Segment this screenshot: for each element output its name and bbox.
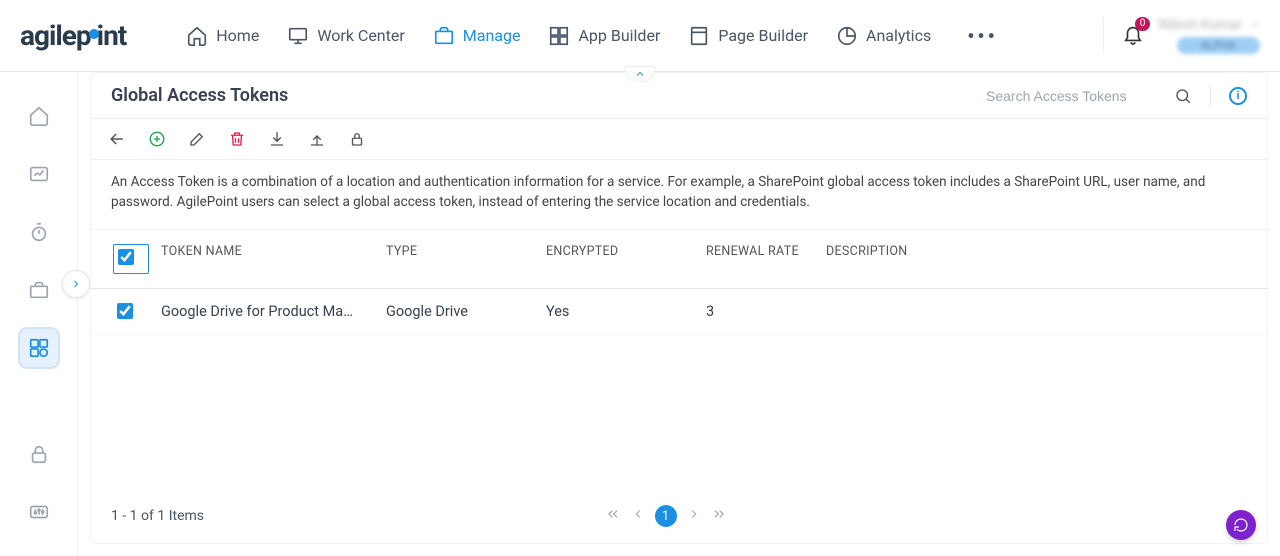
nav-home[interactable]: Home bbox=[186, 25, 259, 47]
chevron-right-small-icon bbox=[687, 507, 701, 521]
trash-icon bbox=[228, 130, 246, 148]
nav-more-button[interactable]: ••• bbox=[959, 24, 1006, 48]
cell-encrypted: Yes bbox=[546, 303, 706, 320]
table-footer: 1 - 1 of 1 Items 1 bbox=[91, 491, 1267, 543]
user-name: Nilesh Kumar bbox=[1158, 17, 1242, 33]
page-description: An Access Token is a combination of a lo… bbox=[91, 160, 1267, 230]
divider bbox=[1210, 86, 1211, 106]
add-button[interactable] bbox=[147, 129, 167, 149]
nav-page-builder[interactable]: Page Builder bbox=[688, 25, 808, 47]
upload-icon bbox=[308, 130, 326, 148]
monitor-icon bbox=[287, 25, 309, 47]
left-sidebar bbox=[0, 72, 78, 556]
nav-analytics[interactable]: Analytics bbox=[836, 25, 931, 47]
lock-small-icon bbox=[348, 130, 366, 148]
nav-page-builder-label: Page Builder bbox=[718, 26, 808, 45]
select-all-checkbox[interactable] bbox=[118, 249, 134, 265]
page-icon bbox=[688, 25, 710, 47]
sidebar-timer[interactable] bbox=[19, 212, 59, 252]
col-header-type[interactable]: TYPE bbox=[386, 244, 546, 274]
briefcase-outline-icon bbox=[28, 279, 50, 301]
page-next-button[interactable] bbox=[687, 507, 701, 525]
user-tag: ALPHA bbox=[1177, 37, 1260, 54]
download-icon bbox=[268, 130, 286, 148]
plus-circle-icon bbox=[148, 130, 166, 148]
nav-manage[interactable]: Manage bbox=[433, 25, 521, 47]
toolbar bbox=[91, 119, 1267, 160]
search-input[interactable] bbox=[986, 88, 1156, 104]
home-icon bbox=[186, 25, 208, 47]
chevron-down-icon bbox=[1248, 19, 1260, 31]
nav-manage-label: Manage bbox=[463, 26, 521, 45]
download-button[interactable] bbox=[267, 129, 287, 149]
page-last-button[interactable] bbox=[711, 506, 727, 526]
refresh-icon bbox=[1233, 517, 1249, 533]
home-outline-icon bbox=[28, 105, 50, 127]
top-nav: Home Work Center Manage App Builder Page… bbox=[186, 24, 1103, 48]
edit-button[interactable] bbox=[187, 129, 207, 149]
sidebar-expand-button[interactable] bbox=[62, 270, 90, 298]
lock-icon bbox=[28, 443, 50, 465]
main-panel: Global Access Tokens i An Access Token i… bbox=[90, 72, 1268, 544]
nav-home-label: Home bbox=[216, 26, 259, 45]
col-header-name[interactable]: TOKEN NAME bbox=[161, 244, 386, 274]
sidebar-settings[interactable] bbox=[19, 492, 59, 532]
table-header: TOKEN NAME TYPE ENCRYPTED RENEWAL RATE D… bbox=[91, 230, 1267, 289]
user-menu[interactable]: Nilesh Kumar bbox=[1158, 17, 1260, 33]
page-header: Global Access Tokens i bbox=[91, 73, 1267, 119]
nav-app-builder[interactable]: App Builder bbox=[548, 25, 660, 47]
page-current[interactable]: 1 bbox=[655, 505, 677, 527]
cell-type: Google Drive bbox=[386, 303, 546, 320]
cell-renewal: 3 bbox=[706, 303, 826, 320]
sidebar-apps[interactable] bbox=[19, 328, 59, 368]
delete-button[interactable] bbox=[227, 129, 247, 149]
chevrons-left-icon bbox=[605, 506, 621, 522]
nav-analytics-label: Analytics bbox=[866, 26, 931, 45]
search-icon[interactable] bbox=[1174, 87, 1192, 105]
col-header-encrypted[interactable]: ENCRYPTED bbox=[546, 244, 706, 274]
chevrons-right-icon bbox=[711, 506, 727, 522]
page-first-button[interactable] bbox=[605, 506, 621, 526]
cell-description bbox=[826, 303, 1257, 320]
table-row[interactable]: Google Drive for Product Ma… Google Driv… bbox=[91, 289, 1267, 335]
apps-grid-icon bbox=[28, 337, 50, 359]
pencil-icon bbox=[188, 130, 206, 148]
chevron-up-icon bbox=[634, 68, 646, 80]
app-logo: agilepint bbox=[20, 19, 126, 52]
info-button[interactable]: i bbox=[1229, 87, 1247, 105]
stopwatch-icon bbox=[28, 221, 50, 243]
sidebar-reports[interactable] bbox=[19, 154, 59, 194]
nav-app-builder-label: App Builder bbox=[578, 26, 660, 45]
chart-line-icon bbox=[28, 163, 50, 185]
refresh-fab[interactable] bbox=[1226, 510, 1256, 540]
cell-token-name: Google Drive for Product Ma… bbox=[161, 303, 386, 320]
header-right: 0 Nilesh Kumar ALPHA bbox=[1103, 17, 1260, 54]
back-button[interactable] bbox=[107, 129, 127, 149]
arrow-left-icon bbox=[107, 128, 127, 150]
col-header-description[interactable]: DESCRIPTION bbox=[826, 244, 1257, 274]
sidebar-home[interactable] bbox=[19, 96, 59, 136]
grid-icon bbox=[548, 25, 570, 47]
sidebar-security[interactable] bbox=[19, 434, 59, 474]
sliders-icon bbox=[28, 501, 50, 523]
lock-button[interactable] bbox=[347, 129, 367, 149]
nav-work-center-label: Work Center bbox=[317, 26, 404, 45]
pager: 1 bbox=[204, 505, 1127, 527]
row-checkbox[interactable] bbox=[117, 303, 133, 319]
sidebar-work[interactable] bbox=[19, 270, 59, 310]
chart-pie-icon bbox=[836, 25, 858, 47]
chevron-left-icon bbox=[631, 507, 645, 521]
upload-button[interactable] bbox=[307, 129, 327, 149]
pagination-range: 1 - 1 of 1 Items bbox=[111, 508, 204, 524]
notification-badge: 0 bbox=[1135, 17, 1151, 31]
page-prev-button[interactable] bbox=[631, 507, 645, 525]
briefcase-icon bbox=[433, 25, 455, 47]
top-header: agilepint Home Work Center Manage App Bu… bbox=[0, 0, 1280, 72]
col-header-renewal[interactable]: RENEWAL RATE bbox=[706, 244, 826, 274]
chevron-right-icon bbox=[70, 278, 82, 290]
page-title: Global Access Tokens bbox=[111, 85, 986, 106]
notifications-button[interactable]: 0 bbox=[1122, 23, 1144, 49]
nav-work-center[interactable]: Work Center bbox=[287, 25, 404, 47]
